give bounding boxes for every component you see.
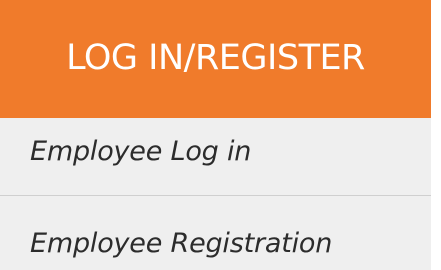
- panel-title: LOG IN/REGISTER: [66, 38, 365, 78]
- employee-registration-label: Employee Registration: [30, 228, 333, 259]
- employee-login-link[interactable]: Employee Log in: [0, 118, 431, 195]
- panel-header: LOG IN/REGISTER: [0, 0, 431, 118]
- login-register-panel: LOG IN/REGISTER Employee Log in Employee…: [0, 0, 431, 270]
- employee-login-label: Employee Log in: [30, 136, 252, 167]
- employee-registration-link[interactable]: Employee Registration: [0, 196, 431, 270]
